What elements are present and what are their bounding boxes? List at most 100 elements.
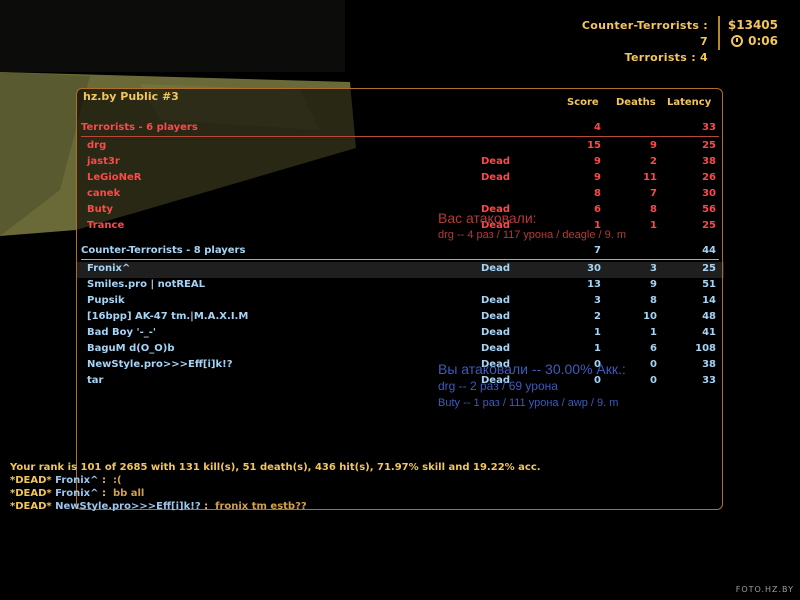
player-status: Dead [481,156,510,167]
player-score: 6 [594,204,601,215]
player-score: 2 [594,311,601,322]
player-score: 13 [587,279,601,290]
chat-player-name: NewStyle.pro>>>Eff[i]k!? [55,501,201,512]
player-deaths: 2 [650,156,657,167]
player-latency: 38 [702,156,716,167]
player-deaths: 3 [650,263,657,274]
player-row[interactable]: jast3r Dead 9 2 38 [77,155,724,171]
player-latency: 30 [702,188,716,199]
player-latency: 48 [702,311,716,322]
player-status: Dead [481,327,510,338]
player-row-local[interactable]: Fronix^ Dead 30 3 25 [77,262,724,278]
wall-shadow [0,0,345,72]
player-row[interactable]: LeGioNeR Dead 9 11 26 [77,171,724,187]
player-score: 1 [594,327,601,338]
damage-received-title: Вас атаковали: [438,210,537,226]
team-score: 4 [594,122,601,133]
player-row[interactable]: Bad Boy '-_-' Dead 1 1 41 [77,326,724,342]
player-row[interactable]: tar Dead 0 0 33 [77,374,724,390]
chat-dead-tag: *DEAD* [10,475,52,486]
team-latency: 33 [702,122,716,133]
team-score: 7 [594,245,601,256]
team-scores: Counter-Terrorists : 7 Terrorists : 4 [570,18,708,66]
chat-dead-tag: *DEAD* [10,501,52,512]
player-row[interactable]: NewStyle.pro>>>Eff[i]k!? Dead 0 0 38 [77,358,724,374]
money-display: $13405 [727,18,778,32]
hud-top-right: Counter-Terrorists : 7 Terrorists : 4 $1… [570,14,800,64]
player-score: 8 [594,188,601,199]
player-latency: 25 [702,220,716,231]
player-deaths: 9 [650,140,657,151]
player-deaths: 8 [650,204,657,215]
player-deaths: 10 [643,311,657,322]
player-deaths: 0 [650,375,657,386]
rank-message: Your rank is 101 of 2685 with 131 kill(s… [10,462,541,473]
player-latency: 14 [702,295,716,306]
player-score: 1 [594,343,601,354]
team-name: Counter-Terrorists - 8 players [81,245,246,256]
player-status: Dead [481,343,510,354]
player-row[interactable]: Trance Dead 1 1 25 [77,219,724,235]
player-name: LeGioNeR [87,172,142,183]
player-latency: 25 [702,140,716,151]
player-deaths: 1 [650,327,657,338]
ct-team-score: Counter-Terrorists : 7 [581,19,708,48]
chat-dead-tag: *DEAD* [10,488,52,499]
server-name: hz.by Public #3 [83,90,179,103]
player-row[interactable]: BaguM d(O_O)b Dead 1 6 108 [77,342,724,358]
player-latency: 51 [702,279,716,290]
player-latency: 108 [695,343,716,354]
player-latency: 25 [702,263,716,274]
chat-separator: : [98,475,113,486]
scoreboard: hz.by Public #3 Score Deaths Latency Ter… [76,88,724,510]
player-row[interactable]: [16bpp] AK-47 tm.|M.A.X.I.M Dead 2 10 48 [77,310,724,326]
damage-dealt-line-1: drg -- 2 раз / 69 урона [438,379,558,393]
damage-received-line: drg -- 4 раз / 117 урона / deagle / 9. m [438,229,626,241]
chat-message: :( [112,475,122,486]
player-row[interactable]: Smiles.pro | notREAL 13 9 51 [77,278,724,294]
column-header-score: Score [567,97,599,108]
player-score: 15 [587,140,601,151]
t-team-score: Terrorists : 4 [624,51,708,64]
player-status: Dead [481,295,510,306]
player-deaths: 1 [650,220,657,231]
player-name: [16bpp] AK-47 tm.|M.A.X.I.M [87,311,249,322]
chat-separator: : [200,501,216,512]
damage-dealt-line-2: Buty -- 1 раз / 111 урона / awp / 9. m [438,397,619,409]
player-name: Trance [87,220,125,231]
team-divider [81,136,719,137]
chat-message: bb all [112,488,145,499]
player-row[interactable]: canek 8 7 30 [77,187,724,203]
team-divider [81,259,719,260]
player-row[interactable]: drg 15 9 25 [77,139,724,155]
damage-dealt-title: Вы атаковали -- 30.00% Акк.: [438,361,626,377]
player-score: 9 [594,156,601,167]
chat-message: fronix tm estb?? [215,501,307,512]
chat-player-name: Fronix^ [55,488,99,499]
column-header-latency: Latency [667,97,712,108]
player-name: Smiles.pro | notREAL [87,279,205,290]
player-deaths: 11 [643,172,657,183]
player-deaths: 7 [650,188,657,199]
team-latency: 44 [702,245,716,256]
player-name: tar [87,375,104,386]
chat-line: *DEAD* NewStyle.pro>>>Eff[i]k!? : fronix… [10,500,541,513]
player-latency: 33 [702,375,716,386]
chat-separator: : [98,488,113,499]
player-name: jast3r [87,156,120,167]
player-name: NewStyle.pro>>>Eff[i]k!? [87,359,233,370]
team-header-terrorists: Terrorists - 6 players 4 33 [77,121,724,137]
player-deaths: 6 [650,343,657,354]
player-name: BaguM d(O_O)b [87,343,175,354]
player-deaths: 8 [650,295,657,306]
chat-area: Your rank is 101 of 2685 with 131 kill(s… [10,461,541,513]
player-score: 9 [594,172,601,183]
player-row[interactable]: Pupsik Dead 3 8 14 [77,294,724,310]
player-row[interactable]: Buty Dead 6 8 56 [77,203,724,219]
watermark: FOTO.HZ.BY [735,585,794,594]
clock-icon [731,35,744,47]
chat-player-name: Fronix^ [55,475,99,486]
player-status: Dead [481,263,510,274]
round-timer: 0:06 [731,34,778,48]
hud-divider [718,16,720,50]
